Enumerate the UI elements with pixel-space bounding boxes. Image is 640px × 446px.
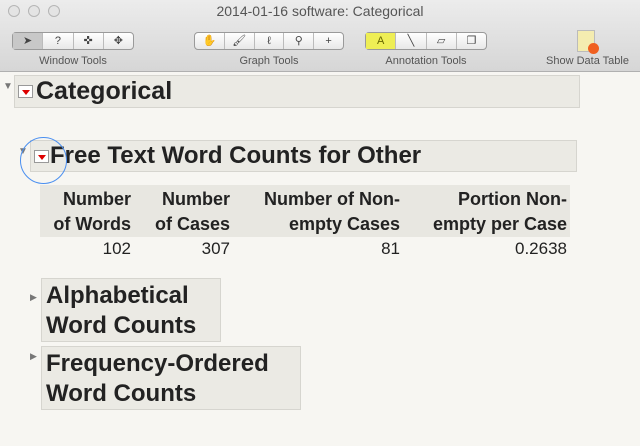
magnifier-icon[interactable]: ⚲	[284, 33, 315, 49]
brush-icon[interactable]: 🖌	[225, 33, 255, 49]
graph-tools-group: ✋ 🖌 ℓ ⚲ +	[194, 32, 344, 50]
move-icon[interactable]: ✥	[104, 33, 133, 49]
lasso-icon[interactable]: ℓ	[255, 33, 285, 49]
alphabetical-word-counts-header[interactable]: Alphabetical Word Counts	[41, 278, 221, 342]
table-row: 102 307 81 0.2638	[40, 237, 570, 261]
title-bar: 2014-01-16 software: Categorical ➤? ✜ ✥ Wi…	[0, 0, 640, 72]
table-cell: 81	[381, 239, 400, 258]
show-data-table-label[interactable]: Show Data Table	[540, 55, 635, 67]
disclosure-open-icon[interactable]: ▼	[3, 81, 13, 92]
column-header: Number of Non-empty Cases	[264, 189, 400, 234]
frequency-ordered-word-counts-header[interactable]: Frequency-Ordered Word Counts	[41, 346, 301, 410]
section-header: Free Text Word Counts for Other	[30, 140, 577, 172]
hand-icon[interactable]: ✋	[195, 33, 225, 49]
show-data-table-icon[interactable]	[577, 30, 599, 54]
disclosure-closed-icon[interactable]: ▶	[30, 351, 37, 362]
highlight-circle	[20, 137, 67, 184]
table-cell: 102	[102, 239, 131, 258]
report-title: Categorical	[36, 77, 173, 105]
line-icon[interactable]: ╲	[396, 33, 427, 49]
table-cell: 0.2638	[515, 239, 567, 258]
annotation-tools-label: Annotation Tools	[385, 55, 467, 67]
window-tools-label: Window Tools	[39, 55, 107, 67]
simple-shape-icon[interactable]: ❐	[457, 33, 486, 49]
polygon-icon[interactable]: ▱	[427, 33, 457, 49]
help-icon[interactable]: ?	[43, 33, 74, 49]
categorical-header: Categorical	[14, 75, 580, 108]
graph-tools-label: Graph Tools	[239, 55, 299, 67]
column-header: Number of Words	[53, 189, 131, 234]
annotation-tools-group: A ╲ ▱ ❐	[365, 32, 487, 50]
arrow-icon[interactable]: ➤	[13, 33, 44, 49]
column-header: Number of Cases	[154, 189, 230, 234]
crosshair-icon[interactable]: ✜	[74, 33, 104, 49]
word-counts-table: Number of Words Number of Cases Number of …	[40, 185, 570, 261]
annotate-icon[interactable]: A	[366, 33, 397, 49]
column-header: Portion Non-empty per Case	[432, 189, 567, 234]
table-header: Number of Words Number of Cases Number of …	[40, 185, 570, 237]
window-tools-group: ➤? ✜ ✥	[12, 32, 134, 50]
red-triangle-menu-icon[interactable]	[18, 85, 33, 98]
table-cell: 307	[201, 239, 230, 258]
disclosure-closed-icon[interactable]: ▶	[30, 292, 37, 303]
crosshair-xy-icon[interactable]: +	[314, 33, 343, 49]
section-title: Free Text Word Counts for Other	[50, 142, 422, 169]
window-title: 2014-01-16 software: Categorical	[216, 3, 424, 19]
